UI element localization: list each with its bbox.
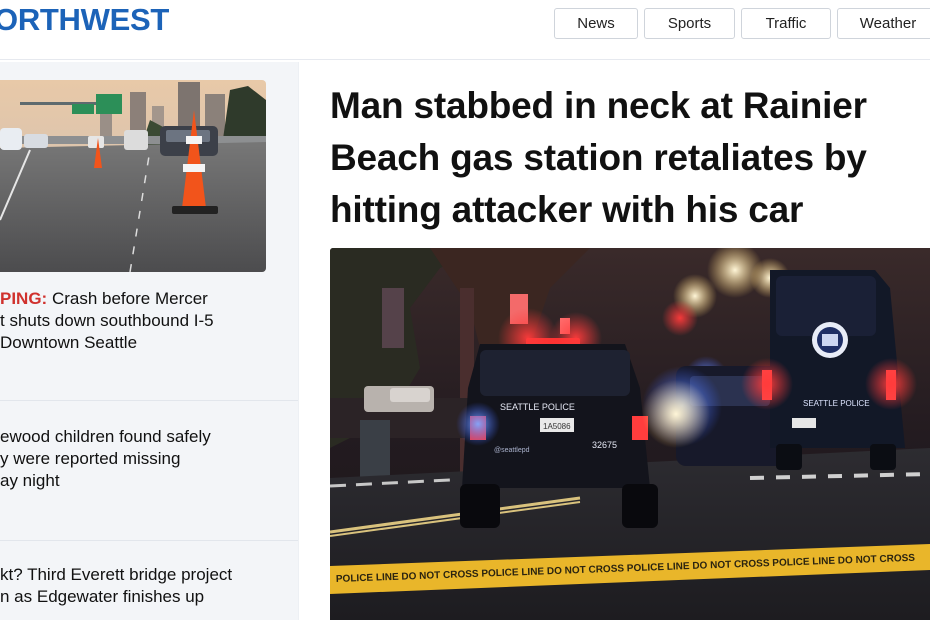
story-link-children[interactable]: ewood children found safely y were repor… xyxy=(0,426,290,492)
site-logo[interactable]: ORTHWEST xyxy=(0,2,169,38)
nav-sports-button[interactable]: Sports xyxy=(644,8,735,39)
breaking-kicker: PING: xyxy=(0,289,48,308)
highway-photo-svg xyxy=(0,80,266,272)
unit-number: 32675 xyxy=(592,440,617,450)
car-label: SEATTLE POLICE xyxy=(500,402,575,412)
column-divider xyxy=(298,62,299,620)
story-link-crash[interactable]: PING: Crash before Mercer t shuts down s… xyxy=(0,288,290,354)
story-separator xyxy=(0,540,298,541)
sidebar-stories: PING: Crash before Mercer t shuts down s… xyxy=(0,62,298,620)
police-scene-svg: SEATTLE POLICE SEATTLE POLICE 1A5086 326… xyxy=(330,248,930,620)
traffic-photo[interactable] xyxy=(0,80,266,272)
story-title: ewood children found safely y were repor… xyxy=(0,427,211,490)
story-separator xyxy=(0,400,298,401)
story-link-bridge[interactable]: kt? Third Everett bridge project n as Ed… xyxy=(0,564,290,608)
nav-traffic-button[interactable]: Traffic xyxy=(741,8,831,39)
article-headline[interactable]: Man stabbed in neck at Rainier Beach gas… xyxy=(330,80,930,236)
nav-news-button[interactable]: News xyxy=(554,8,638,39)
license-plate: 1A5086 xyxy=(543,422,571,431)
main-nav: News Sports Traffic Weather xyxy=(554,8,930,39)
article-hero-image[interactable]: SEATTLE POLICE SEATTLE POLICE 1A5086 326… xyxy=(330,248,930,620)
nav-weather-button[interactable]: Weather xyxy=(837,8,930,39)
van-label: SEATTLE POLICE xyxy=(803,399,870,408)
story-title: kt? Third Everett bridge project n as Ed… xyxy=(0,565,233,606)
car-handle: @seattlepd xyxy=(494,447,530,454)
site-header: ORTHWEST News Sports Traffic Weather xyxy=(0,0,930,60)
